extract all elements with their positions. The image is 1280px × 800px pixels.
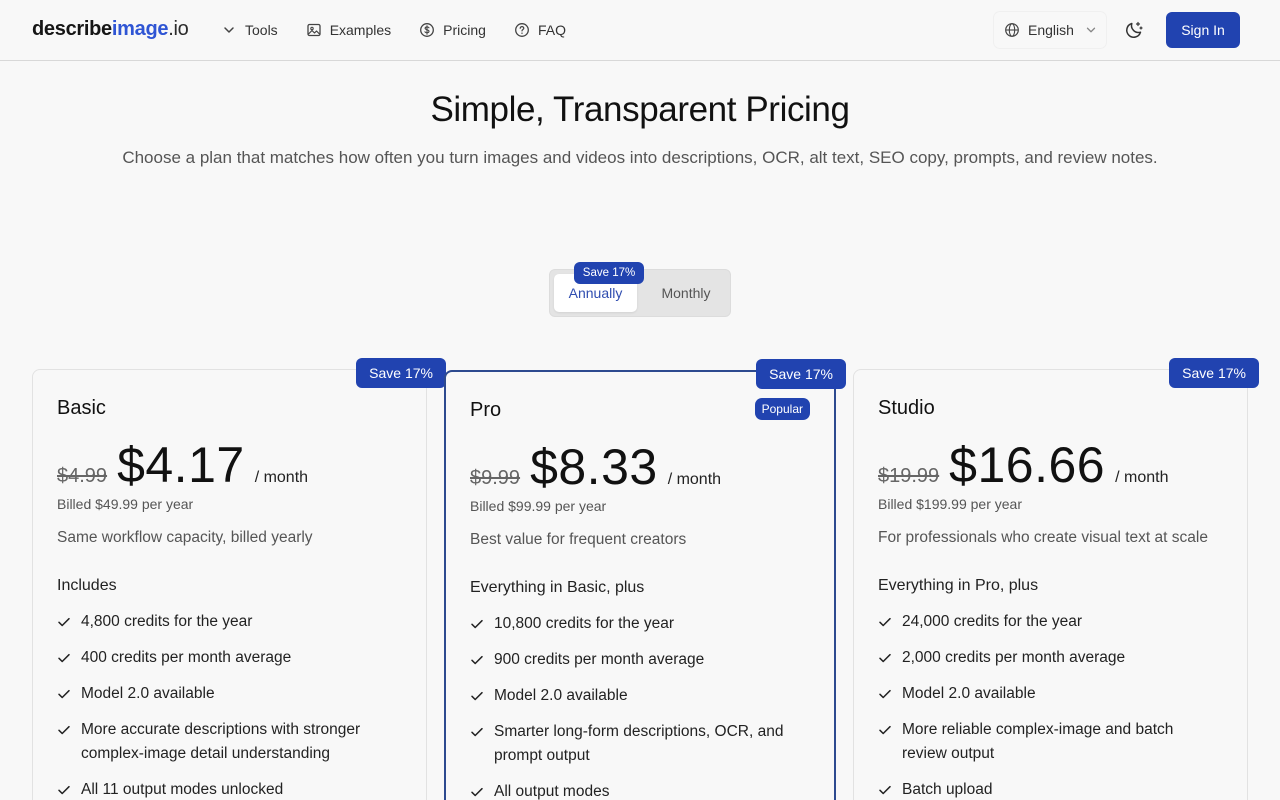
feature-item: All 11 output modes unlocked (57, 778, 397, 800)
plan-name: Studio (878, 397, 935, 419)
includes-heading: Includes (57, 577, 117, 594)
save-badge: Save 17% (356, 358, 446, 388)
nav-pricing-label: Pricing (443, 22, 486, 38)
plan-card-basic: Save 17% Basic $4.99 $4.17 / month Bille… (32, 358, 446, 800)
image-icon (307, 23, 321, 37)
site-logo[interactable]: describeimage.io (32, 18, 189, 41)
page-subtitle: Choose a plan that matches how often you… (122, 148, 1158, 167)
feature-item: Smarter long-form descriptions, OCR, and… (470, 720, 810, 768)
price-period: / month (254, 469, 309, 486)
language-select[interactable]: English (994, 12, 1106, 48)
current-price: $4.17 (117, 437, 245, 493)
feature-list: 10,800 credits for the year 900 credits … (470, 612, 810, 800)
check-icon (58, 689, 70, 699)
check-icon (58, 653, 70, 663)
plan-card-pro: Save 17% Popular Pro $9.99 $8.33 / month… (444, 359, 846, 800)
top-header: describeimage.io Tools Examples Pricing … (0, 0, 1280, 61)
check-icon (879, 653, 891, 663)
check-icon (471, 787, 483, 797)
plan-name: Basic (57, 397, 106, 419)
theme-toggle-button[interactable] (1120, 15, 1148, 45)
feature-item: Batch upload (878, 778, 1218, 800)
feature-item: 10,800 credits for the year (470, 612, 810, 636)
check-icon (471, 691, 483, 701)
includes-heading: Everything in Basic, plus (470, 579, 645, 596)
current-price: $8.33 (530, 439, 658, 495)
sign-in-button[interactable]: Sign In (1166, 12, 1240, 48)
nav-faq-label: FAQ (537, 22, 566, 38)
plan-description: Best value for frequent creators (470, 531, 687, 548)
language-label: English (1028, 22, 1074, 38)
billed-note: Billed $99.99 per year (470, 498, 607, 514)
feature-item: Model 2.0 available (470, 684, 810, 708)
nav-tools-label: Tools (245, 22, 278, 38)
price-row: $9.99 $8.33 / month (470, 438, 721, 496)
check-icon (471, 655, 483, 665)
feature-item: Model 2.0 available (878, 682, 1218, 706)
save-badge: Save 17% (756, 359, 846, 389)
feature-item: 400 credits per month average (57, 646, 397, 670)
popular-badge: Popular (754, 398, 810, 420)
save-badge: Save 17% (1169, 358, 1259, 388)
nav-faq[interactable]: FAQ (514, 19, 566, 41)
nav-pricing[interactable]: Pricing (419, 19, 486, 41)
billed-note: Billed $49.99 per year (57, 496, 194, 512)
feature-list: 4,800 credits for the year 400 credits p… (57, 610, 397, 800)
feature-item: More accurate descriptions with stronger… (57, 718, 397, 766)
price-row: $4.99 $4.17 / month (57, 436, 308, 494)
plan-description: For professionals who create visual text… (878, 529, 1208, 546)
check-icon (58, 617, 70, 627)
check-icon (879, 689, 891, 699)
feature-list: 24,000 credits for the year 2,000 credit… (878, 610, 1218, 800)
price-period: / month (1115, 469, 1169, 486)
help-circle-icon (515, 23, 529, 37)
check-icon (471, 727, 483, 737)
moon-sparkle-icon (1126, 21, 1143, 38)
plan-description: Same workflow capacity, billed yearly (57, 529, 313, 546)
feature-item: Model 2.0 available (57, 682, 397, 706)
nav-examples-label: Examples (329, 22, 392, 38)
annual-save-badge: Save 17% (574, 262, 644, 284)
check-icon (58, 725, 70, 735)
price-row: $19.99 $16.66 / month (878, 436, 1168, 494)
main-nav: Tools Examples Pricing FAQ (221, 19, 594, 41)
includes-heading: Everything in Pro, plus (878, 577, 1039, 594)
check-icon (879, 725, 891, 735)
chevron-down-icon (1086, 27, 1096, 33)
feature-item: 4,800 credits for the year (57, 610, 397, 634)
feature-item: 900 credits per month average (470, 648, 810, 672)
feature-item: All output modes (470, 780, 810, 800)
check-icon (879, 617, 891, 627)
feature-item: 24,000 credits for the year (878, 610, 1218, 634)
billed-note: Billed $199.99 per year (878, 496, 1022, 512)
old-price: $9.99 (470, 467, 521, 489)
old-price: $4.99 (57, 465, 108, 487)
globe-icon (1005, 23, 1019, 37)
plan-card-studio: Save 17% Studio $19.99 $16.66 / month Bi… (853, 358, 1259, 800)
price-period: / month (667, 471, 722, 488)
chevron-down-icon (224, 27, 234, 33)
dollar-circle-icon (420, 23, 435, 37)
check-icon (471, 619, 483, 629)
check-icon (58, 785, 70, 795)
page-title: Simple, Transparent Pricing (430, 90, 850, 129)
nav-tools[interactable]: Tools (221, 19, 278, 41)
plan-name: Pro (470, 399, 502, 421)
feature-item: 2,000 credits per month average (878, 646, 1218, 670)
check-icon (879, 785, 891, 795)
feature-item: More reliable complex-image and batch re… (878, 718, 1218, 766)
billing-monthly-tab[interactable]: Monthly (646, 274, 726, 312)
old-price: $19.99 (878, 465, 940, 487)
nav-examples[interactable]: Examples (306, 19, 391, 41)
current-price: $16.66 (949, 437, 1106, 493)
